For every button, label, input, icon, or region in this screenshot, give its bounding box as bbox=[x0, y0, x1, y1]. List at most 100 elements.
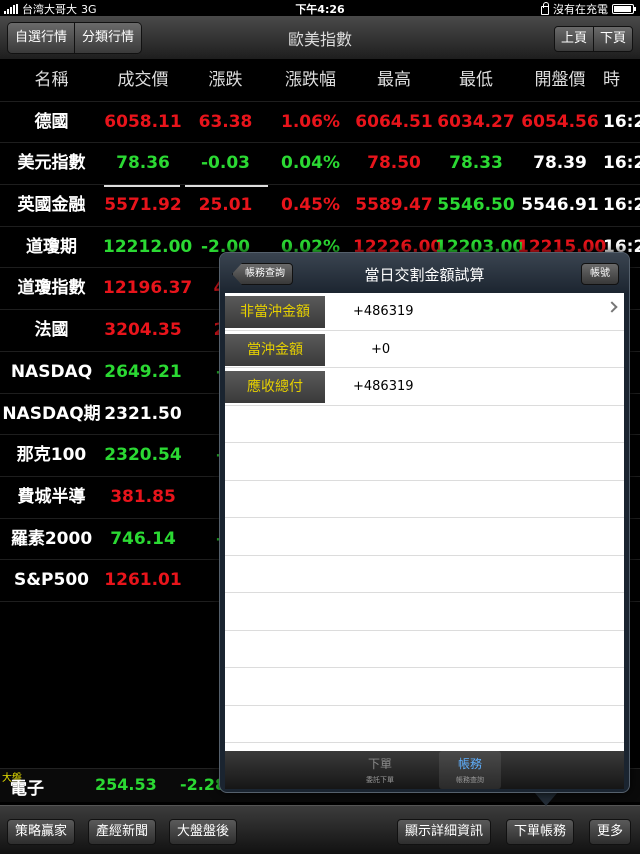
col-header-change[interactable]: 漲跌 bbox=[183, 60, 268, 100]
row-change-pct: 0.45% bbox=[281, 195, 340, 216]
table-row[interactable]: 美元指數 78.36 -0.03 0.04% 78.50 78.33 78.39… bbox=[0, 143, 640, 186]
row-low: 6034.27 bbox=[437, 111, 515, 132]
row-low: 5546.50 bbox=[437, 195, 515, 216]
row-price: 12196.37 bbox=[103, 278, 193, 299]
charging-status: 沒有在充電 bbox=[553, 3, 608, 16]
empty-row bbox=[225, 706, 624, 743]
more-button[interactable]: 更多 bbox=[589, 819, 632, 845]
row-price: 2649.21 bbox=[104, 361, 182, 382]
col-header-name[interactable]: 名稱 bbox=[0, 60, 103, 100]
settlement-popover: 帳務查詢 當日交割金額試算 帳號 非當沖金額 +486319 當沖金額 +0 應… bbox=[219, 252, 630, 793]
col-header-price[interactable]: 成交價 bbox=[103, 60, 183, 100]
row-price: 3204.35 bbox=[104, 320, 182, 341]
row-change: -0.03 bbox=[201, 153, 250, 174]
table-header: 名稱 成交價 漲跌 漲跌幅 最高 最低 開盤價 時 bbox=[0, 60, 640, 102]
tab-order-sub: 委託下單 bbox=[366, 776, 394, 784]
after-market-button[interactable]: 大盤盤後 bbox=[169, 819, 238, 845]
account-button[interactable]: 帳號 bbox=[581, 263, 619, 285]
row-name: NASDAQ期 bbox=[2, 403, 101, 424]
row-high: 5589.47 bbox=[355, 195, 433, 216]
item-value: +486319 bbox=[353, 304, 414, 319]
popover-arrow bbox=[534, 792, 558, 806]
show-details-button[interactable]: 顯示詳細資訊 bbox=[397, 819, 492, 845]
row-time: 16:2 bbox=[603, 153, 640, 174]
row-name: 道瓊期 bbox=[26, 236, 77, 257]
status-right: 沒有在充電 bbox=[541, 1, 636, 17]
empty-row bbox=[225, 406, 624, 443]
col-header-time[interactable]: 時 bbox=[603, 60, 640, 100]
bottom-toolbar: 策略贏家 產經新聞 大盤盤後 顯示詳細資訊 下單帳務 更多 bbox=[0, 805, 640, 854]
row-price: 381.85 bbox=[110, 486, 176, 507]
empty-row bbox=[225, 481, 624, 518]
nav-bar: 自選行情 分類行情 歐美指數 上頁 下頁 bbox=[0, 16, 640, 60]
board-name: 電子 bbox=[10, 779, 44, 799]
price-underline bbox=[104, 185, 180, 188]
popover-list: 非當沖金額 +486319 當沖金額 +0 應收總付 +486319 bbox=[225, 293, 624, 751]
row-open: 78.39 bbox=[533, 153, 587, 174]
row-high: 78.50 bbox=[367, 153, 421, 174]
row-name: NASDAQ bbox=[10, 361, 93, 382]
row-open: 5546.91 bbox=[521, 195, 599, 216]
tab-order-label: 下單 bbox=[367, 757, 392, 771]
page-title: 歐美指數 bbox=[287, 30, 352, 49]
item-value: +0 bbox=[371, 341, 391, 357]
col-header-change-pct[interactable]: 漲跌幅 bbox=[268, 60, 353, 100]
row-change: 25.01 bbox=[198, 195, 253, 216]
popover-header: 帳務查詢 當日交割金額試算 帳號 bbox=[220, 253, 629, 293]
table-row[interactable]: 英國金融 5571.92 25.01 0.45% 5589.47 5546.50… bbox=[0, 185, 640, 227]
row-price: 1261.01 bbox=[104, 570, 182, 591]
item-label: 當沖金額 bbox=[225, 333, 325, 366]
row-change-pct: 1.06% bbox=[281, 111, 340, 132]
row-name: 羅素2000 bbox=[10, 528, 93, 549]
list-item: 當沖金額 +0 bbox=[225, 331, 624, 368]
col-header-low[interactable]: 最低 bbox=[435, 60, 517, 100]
list-item[interactable]: 非當沖金額 +486319 bbox=[225, 293, 624, 331]
battery-icon bbox=[612, 4, 636, 14]
row-name: 英國金融 bbox=[17, 195, 86, 216]
popover-tabbar: 下單 委託下單 帳務 帳務查詢 bbox=[225, 751, 624, 789]
empty-row bbox=[225, 443, 624, 481]
row-name: 德國 bbox=[34, 111, 69, 132]
row-time: 16:2 bbox=[603, 111, 640, 132]
row-name: 道瓊指數 bbox=[17, 278, 86, 299]
row-change: 63.38 bbox=[198, 111, 253, 132]
row-price: 5571.92 bbox=[104, 195, 182, 216]
prev-page-button[interactable]: 上頁 bbox=[554, 27, 593, 51]
status-bar: 台湾大哥大 3G 下午4:26 沒有在充電 bbox=[0, 0, 640, 16]
row-name: 法國 bbox=[34, 320, 69, 341]
col-header-high[interactable]: 最高 bbox=[353, 60, 435, 100]
row-price: 78.36 bbox=[116, 153, 170, 174]
empty-row bbox=[225, 631, 624, 668]
empty-row bbox=[225, 668, 624, 706]
empty-row bbox=[225, 556, 624, 593]
popover-title: 當日交割金額試算 bbox=[364, 266, 485, 284]
empty-row bbox=[225, 518, 624, 556]
row-change-pct: 0.04% bbox=[281, 153, 340, 174]
row-open: 6054.56 bbox=[521, 111, 599, 132]
news-button[interactable]: 產經新聞 bbox=[88, 819, 157, 845]
row-name: 費城半導 bbox=[17, 486, 86, 507]
row-name: 那克100 bbox=[16, 445, 87, 466]
tab-account[interactable]: 帳務 帳務查詢 bbox=[439, 751, 501, 789]
tab-account-label: 帳務 bbox=[457, 757, 482, 771]
row-high: 6064.51 bbox=[355, 111, 433, 132]
next-page-button[interactable]: 下頁 bbox=[592, 27, 632, 51]
item-value: +486319 bbox=[353, 379, 414, 394]
row-time: 16:2 bbox=[603, 195, 640, 216]
row-price: 12212.00 bbox=[103, 236, 193, 257]
row-low: 78.33 bbox=[449, 153, 503, 174]
tab-order[interactable]: 下單 委託下單 bbox=[349, 751, 411, 789]
change-underline bbox=[185, 185, 268, 188]
order-account-button[interactable]: 下單帳務 bbox=[506, 819, 575, 845]
row-price: 2321.50 bbox=[104, 403, 182, 424]
row-name: S&P500 bbox=[13, 570, 89, 591]
row-price: 2320.54 bbox=[104, 445, 182, 466]
list-item: 應收總付 +486319 bbox=[225, 368, 624, 406]
strategy-button[interactable]: 策略贏家 bbox=[7, 819, 76, 845]
item-label: 非當沖金額 bbox=[225, 296, 325, 328]
row-price: 6058.11 bbox=[104, 111, 182, 132]
item-label: 應收總付 bbox=[225, 371, 325, 403]
board-value: 254.53 bbox=[95, 775, 157, 794]
col-header-open[interactable]: 開盤價 bbox=[517, 60, 603, 100]
table-row[interactable]: 德國 6058.11 63.38 1.06% 6064.51 6034.27 6… bbox=[0, 102, 640, 144]
